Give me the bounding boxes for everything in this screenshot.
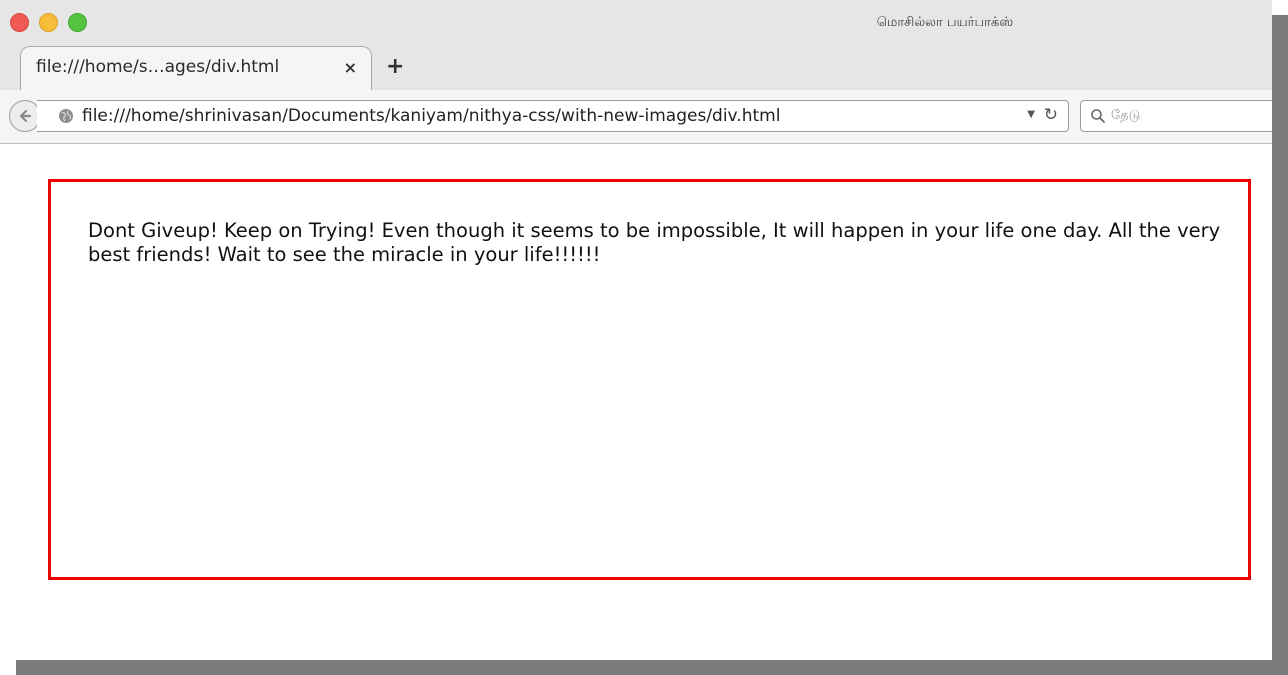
back-arrow-icon (19, 109, 32, 123)
browser-window: மொசில்லா பயர்பாக்ஸ் file:///home/s…ages/… (0, 0, 1272, 660)
motivational-text: Dont Giveup! Keep on Trying! Even though… (88, 219, 1221, 266)
search-bar[interactable]: தேடு (1080, 100, 1272, 132)
globe-icon (59, 109, 73, 123)
search-placeholder: தேடு (1111, 108, 1141, 123)
page-content: Dont Giveup! Keep on Trying! Even though… (0, 144, 1272, 660)
url-text[interactable]: file:///home/shrinivasan/Documents/kaniy… (82, 106, 780, 126)
reload-icon[interactable]: ↻ (1044, 105, 1058, 125)
window-title: மொசில்லா பயர்பாக்ஸ் (876, 15, 1014, 30)
search-icon (1091, 109, 1105, 123)
close-window-button[interactable] (10, 13, 29, 32)
tab-label: file:///home/s…ages/div.html (36, 57, 280, 77)
tab-strip: file:///home/s…ages/div.html × + (0, 46, 1272, 90)
minimize-window-button[interactable] (39, 13, 58, 32)
maximize-window-button[interactable] (68, 13, 87, 32)
tab-div-html[interactable]: file:///home/s…ages/div.html × (20, 46, 372, 90)
title-bar: மொசில்லா பயர்பாக்ஸ் (0, 0, 1272, 46)
navigation-bar: file:///home/shrinivasan/Documents/kaniy… (0, 90, 1272, 144)
red-bordered-div: Dont Giveup! Keep on Trying! Even though… (48, 179, 1251, 580)
new-tab-button[interactable]: + (386, 54, 404, 79)
tab-close-icon[interactable]: × (344, 58, 357, 77)
url-bar[interactable]: file:///home/shrinivasan/Documents/kaniy… (37, 100, 1069, 132)
url-dropdown-icon[interactable]: ▼ (1027, 109, 1035, 120)
